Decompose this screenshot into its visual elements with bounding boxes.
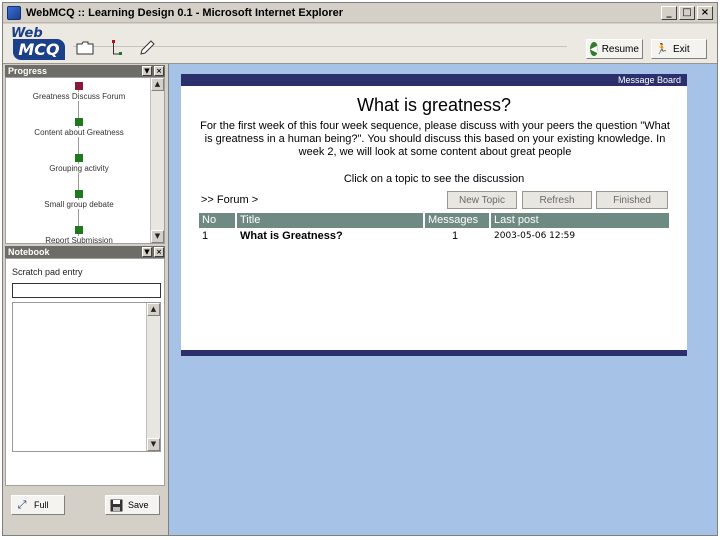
progress-panel: Greatness Discuss Forum Content about Gre…	[5, 77, 165, 244]
ie-icon	[7, 5, 21, 20]
notebook-panel: Scratch pad entry ▲ ▼	[5, 258, 165, 486]
scratch-pad-textarea[interactable]: ▲ ▼	[12, 302, 161, 452]
message-board-panel: Message Board What is greatness? For the…	[181, 74, 687, 356]
minimize-button[interactable]: _	[661, 6, 677, 20]
progress-item-label[interactable]: Small group debate	[6, 200, 152, 209]
progress-header: Progress ▼ ×	[5, 65, 165, 77]
left-sidebar: Progress ▼ × Greatness Discuss Forum Cont…	[3, 64, 169, 535]
collapse-notebook-button[interactable]: ▼	[142, 247, 152, 257]
progress-item-label[interactable]: Grouping activity	[6, 164, 152, 173]
new-topic-button[interactable]: New Topic	[447, 191, 517, 209]
table-header: No Title Messages Last post	[199, 213, 669, 228]
progress-node-done[interactable]	[75, 190, 83, 198]
exit-button[interactable]: 🏃 Exit	[651, 39, 707, 59]
finished-button[interactable]: Finished	[596, 191, 668, 209]
progress-item-label[interactable]: Greatness Discuss Forum	[6, 92, 152, 101]
exit-label: Exit	[673, 43, 690, 55]
close-button[interactable]: ×	[697, 6, 713, 20]
full-label: Full	[34, 500, 49, 510]
browser-window: WebMCQ :: Learning Design 0.1 - Microsof…	[2, 2, 718, 536]
notebook-scrollbar[interactable]: ▲ ▼	[146, 303, 160, 451]
resume-icon: ◀	[590, 42, 598, 56]
app-toolbar: Web MCQ ◀ Resume 🏃 Exit	[3, 24, 717, 64]
column-header-last-post: Last post	[491, 213, 669, 228]
progress-node-done[interactable]	[75, 226, 83, 234]
message-board-footer	[181, 350, 687, 356]
scroll-up-arrow-icon[interactable]: ▲	[151, 78, 164, 91]
resume-label: Resume	[601, 43, 639, 55]
progress-node-done[interactable]	[75, 154, 83, 162]
board-instruction: Click on a topic to see the discussion	[343, 173, 525, 185]
close-notebook-button[interactable]: ×	[154, 247, 164, 257]
title-bar: WebMCQ :: Learning Design 0.1 - Microsof…	[3, 3, 717, 23]
maximize-button[interactable]: □	[679, 6, 695, 20]
main-content: Message Board What is greatness? For the…	[169, 64, 717, 535]
edit-icon[interactable]	[137, 38, 157, 58]
save-label: Save	[128, 500, 149, 510]
folder-icon[interactable]	[75, 38, 95, 58]
progress-connector	[78, 82, 79, 242]
webmcq-logo: Web MCQ	[9, 26, 69, 62]
window-title: WebMCQ :: Learning Design 0.1 - Microsof…	[26, 6, 344, 19]
full-button[interactable]: ⤢ Full	[11, 495, 65, 515]
hierarchy-icon[interactable]	[107, 38, 127, 58]
notebook-buttons: ⤢ Full Save	[5, 490, 165, 530]
save-button[interactable]: Save	[105, 495, 160, 515]
column-header-title: Title	[237, 213, 423, 228]
progress-scrollbar[interactable]: ▲ ▼	[150, 78, 164, 243]
row-last-post: 2003-05-06 12:59	[494, 231, 576, 241]
column-header-no: No	[199, 213, 235, 228]
floppy-disk-icon	[109, 498, 123, 512]
resume-button[interactable]: ◀ Resume	[586, 39, 643, 59]
notebook-scroll-down-icon[interactable]: ▼	[147, 438, 160, 451]
progress-node-current[interactable]	[75, 82, 83, 90]
progress-node-done[interactable]	[75, 118, 83, 126]
topics-table: No Title Messages Last post 1 What is Gr…	[199, 213, 669, 243]
progress-header-label: Progress	[8, 66, 48, 76]
scroll-down-arrow-icon[interactable]: ▼	[151, 230, 164, 243]
collapse-progress-button[interactable]: ▼	[142, 66, 152, 76]
expand-icon: ⤢	[17, 498, 27, 511]
progress-item-label[interactable]: Report Submission	[6, 236, 152, 243]
refresh-button[interactable]: Refresh	[522, 191, 592, 209]
board-description: For the first week of this four week seq…	[200, 120, 670, 158]
scratch-pad-label: Scratch pad entry	[12, 267, 83, 277]
row-title-link[interactable]: What is Greatness?	[240, 230, 343, 243]
window-controls: _ □ ×	[661, 6, 713, 20]
table-row[interactable]: 1 What is Greatness? 1 2003-05-06 12:59	[199, 228, 669, 243]
forum-breadcrumb[interactable]: >> Forum >	[201, 194, 258, 206]
row-messages: 1	[452, 230, 459, 242]
row-no: 1	[202, 230, 209, 242]
exit-icon: 🏃	[655, 43, 669, 55]
column-header-messages: Messages	[425, 213, 489, 228]
notebook-header: Notebook ▼ ×	[5, 246, 165, 258]
notebook-header-label: Notebook	[8, 247, 50, 257]
close-progress-button[interactable]: ×	[154, 66, 164, 76]
notebook-scroll-up-icon[interactable]: ▲	[147, 303, 160, 316]
progress-item-label[interactable]: Content about Greatness	[6, 128, 152, 137]
board-title: What is greatness?	[356, 95, 512, 115]
logo-text-mcq: MCQ	[13, 39, 65, 60]
scratch-pad-title-input[interactable]	[12, 283, 161, 298]
message-board-header: Message Board	[181, 74, 687, 86]
